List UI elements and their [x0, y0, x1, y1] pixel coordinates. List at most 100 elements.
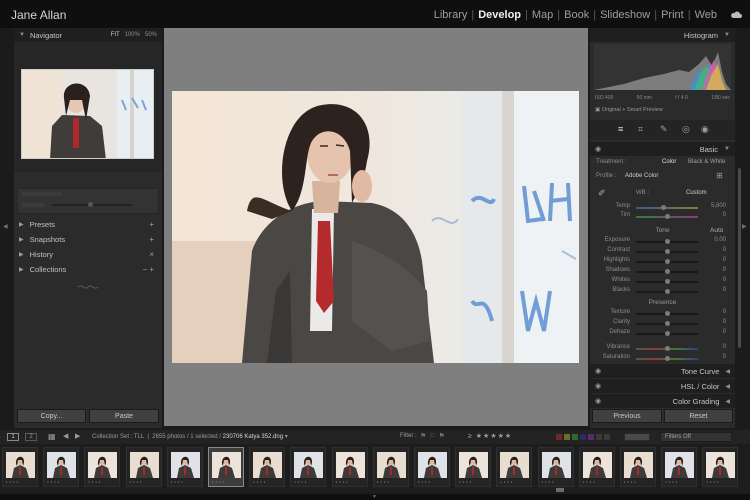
collapse-minus-icon[interactable]: − — [143, 265, 148, 274]
section-history[interactable]: ▶ History × — [14, 247, 162, 261]
saturation-slider[interactable] — [636, 356, 698, 361]
healing-icon[interactable]: ✎ — [660, 124, 668, 135]
filmstrip-thumbnail[interactable]: • • • • — [414, 447, 450, 487]
previous-button[interactable]: Previous — [592, 409, 662, 423]
tint-slider-knob[interactable] — [664, 214, 670, 219]
blacks-slider-knob[interactable] — [664, 289, 670, 294]
contrast-slider[interactable] — [636, 249, 698, 254]
texture-value[interactable]: 0 — [706, 309, 726, 315]
texture-slider[interactable] — [636, 311, 698, 316]
forward-arrow-icon[interactable]: ▶ — [75, 432, 80, 440]
left-panel-toggle[interactable]: ◀ — [0, 28, 12, 428]
clear-icon[interactable]: × — [149, 250, 154, 259]
exposure-slider[interactable] — [636, 239, 698, 244]
vibrance-value[interactable]: 0 — [706, 344, 726, 350]
section-presets[interactable]: ▶ Presets + — [14, 217, 162, 231]
treatment-bw-option[interactable]: Black & White — [688, 159, 725, 165]
eye-toggle-icon[interactable]: ◉ — [595, 367, 601, 375]
shadows-value[interactable]: 0 — [706, 267, 726, 273]
saturation-slider-knob[interactable] — [664, 356, 670, 361]
zoom-100[interactable]: 100% — [125, 32, 140, 38]
module-develop[interactable]: Develop — [475, 9, 524, 21]
back-arrow-icon[interactable]: ◀ — [63, 432, 68, 440]
page-1-button[interactable]: 1 — [7, 433, 19, 441]
filmstrip-thumbnail[interactable]: • • • • — [249, 447, 286, 487]
filmstrip-thumbnail[interactable]: • • • • — [43, 447, 80, 487]
color-grading-header[interactable]: ◉ Color Grading ◀ — [590, 394, 735, 408]
section-snapshots[interactable]: ▶ Snapshots + — [14, 232, 162, 246]
filmstrip-thumbnail[interactable]: • • • • — [537, 447, 574, 487]
module-web[interactable]: Web — [692, 9, 720, 21]
shadows-slider[interactable] — [636, 269, 698, 274]
filmstrip-thumbnail[interactable]: • • • • — [578, 447, 615, 487]
filmstrip-thumbnail[interactable]: • • • • — [496, 447, 533, 487]
filter-lock-toggle[interactable] — [624, 433, 650, 441]
blacks-slider[interactable] — [636, 289, 698, 294]
grid-view-icon[interactable]: ▦ — [48, 432, 56, 441]
filmstrip-thumbnail[interactable]: • • • • — [84, 447, 121, 487]
section-collections[interactable]: ▶ Collections − + — [14, 262, 162, 276]
copy-button[interactable]: Copy... — [17, 409, 86, 423]
add-icon[interactable]: + — [149, 220, 154, 229]
clarity-value[interactable]: 0 — [706, 319, 726, 325]
filmstrip-thumbnail[interactable]: • • • • — [372, 447, 409, 487]
navigator-preview[interactable] — [14, 42, 162, 172]
filmstrip-thumbnail[interactable]: • • • • — [2, 447, 38, 487]
edit-sliders-icon[interactable]: ≡ — [618, 124, 623, 134]
filmstrip-thumbnail[interactable]: • • • • — [290, 447, 327, 487]
wb-dropdown[interactable]: Custom — [686, 190, 707, 196]
eye-toggle-icon[interactable]: ◉ — [595, 397, 601, 405]
navigator-thumbnail[interactable] — [21, 69, 154, 159]
whites-value[interactable]: 0 — [706, 277, 726, 283]
filmstrip-thumbnail[interactable]: • • • • — [331, 447, 368, 487]
vibrance-slider[interactable] — [636, 346, 698, 351]
filmstrip-thumbnail[interactable]: • • • • — [702, 447, 739, 487]
highlights-slider[interactable] — [636, 259, 698, 264]
treatment-color-option[interactable]: Color — [662, 159, 676, 165]
main-photo[interactable] — [172, 91, 579, 363]
right-panel-scrollbar[interactable]: ▶ — [736, 28, 750, 428]
clarity-slider-knob[interactable] — [664, 321, 670, 326]
wb-eyedropper-icon[interactable]: ✐ — [598, 188, 606, 199]
scrollbar-thumb[interactable] — [738, 168, 741, 348]
zoom-fit[interactable]: FIT — [111, 32, 120, 38]
temp-slider-knob[interactable] — [661, 205, 667, 210]
source-indicator[interactable]: Collection Set : TLL | 2655 photos / 1 s… — [92, 433, 288, 440]
histogram[interactable] — [594, 44, 731, 90]
cloud-icon[interactable] — [730, 10, 742, 18]
blacks-value[interactable]: 0 — [706, 287, 726, 293]
filmstrip-thumbnail[interactable]: • • • • — [125, 447, 162, 487]
navigator-header[interactable]: ▼ Navigator FIT 100% 50% — [14, 28, 162, 42]
module-map[interactable]: Map — [529, 9, 556, 21]
profile-dropdown[interactable]: Adobe Color — [625, 173, 658, 179]
eye-toggle-icon[interactable]: ◉ — [595, 145, 601, 153]
temp-slider[interactable] — [636, 205, 698, 210]
profile-browser-icon[interactable]: ⊞ — [716, 171, 723, 180]
filmstrip-thumbnail[interactable]: • • • • — [620, 447, 656, 487]
exposure-slider-knob[interactable] — [664, 239, 670, 244]
saturation-value[interactable]: 0 — [706, 354, 726, 360]
paste-button[interactable]: Paste — [89, 409, 159, 423]
flag-filter-icons[interactable]: ⚑⚐⚑ — [420, 432, 448, 440]
dehaze-slider[interactable] — [636, 331, 698, 336]
histogram-header[interactable]: Histogram ▼ — [590, 28, 735, 42]
vibrance-slider-knob[interactable] — [664, 346, 670, 351]
contrast-slider-knob[interactable] — [664, 249, 670, 254]
filmstrip-thumbnail[interactable]: • • • • — [166, 447, 203, 487]
module-print[interactable]: Print — [658, 9, 687, 21]
filmstrip-thumbnail[interactable]: • • • • — [661, 447, 698, 487]
texture-slider-knob[interactable] — [664, 311, 670, 316]
basic-header[interactable]: ◉ Basic ▼ — [590, 142, 735, 156]
tone-curve-header[interactable]: ◉ Tone Curve ◀ — [590, 364, 735, 378]
exposure-value[interactable]: 0.00 — [706, 237, 726, 243]
masking-icon[interactable]: ◉ — [701, 124, 709, 135]
add-icon[interactable]: + — [149, 235, 154, 244]
rating-filter-stars[interactable]: ≥ ★★★★★ — [468, 432, 512, 440]
module-slideshow[interactable]: Slideshow — [597, 9, 653, 21]
filmstrip-scroll-thumb[interactable] — [556, 488, 564, 492]
dehaze-slider-knob[interactable] — [664, 331, 670, 336]
highlights-slider-knob[interactable] — [664, 259, 670, 264]
eye-toggle-icon[interactable]: ◉ — [595, 382, 601, 390]
module-book[interactable]: Book — [561, 9, 592, 21]
filmstrip-thumbnail[interactable]: • • • • — [455, 447, 492, 487]
